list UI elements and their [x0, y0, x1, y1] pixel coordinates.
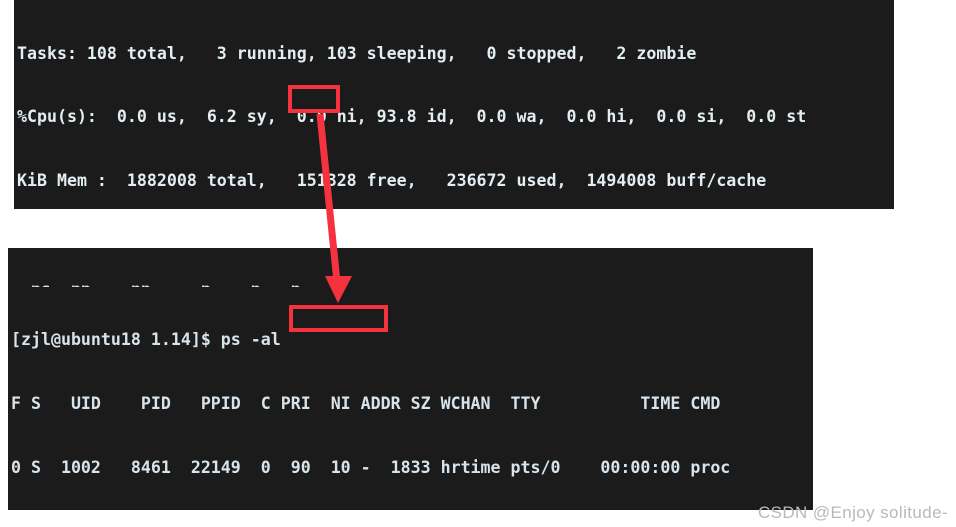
top-mem-summary: KiB Mem : 1882008 total, 151328 free, 23…	[17, 171, 767, 191]
top-terminal-window[interactable]: Tasks: 108 total, 3 running, 103 sleepin…	[14, 0, 894, 209]
bottom-terminal-window[interactable]: ps pp pp p p p [zjl@ubuntu18 1.14]$ ps -…	[8, 248, 813, 510]
top-tasks-summary: Tasks: 108 total, 3 running, 103 sleepin…	[17, 43, 697, 63]
clipped-previous-output-line: ps pp pp p p p	[8, 279, 813, 287]
shell-prompt-command-line[interactable]: [zjl@ubuntu18 1.14]$ ps -al	[8, 329, 813, 350]
watermark-text: CSDN @Enjoy solitude-	[757, 503, 948, 522]
top-cpu-summary: %Cpu(s): 0.0 us, 6.2 sy, 0.0 ni, 93.8 id…	[17, 107, 807, 127]
ps-table-header: F S UID PID PPID C PRI NI ADDR SZ WCHAN …	[11, 394, 721, 414]
table-row[interactable]: 0 S 1002 8461 22149 0 90 10 - 1833 hrtim…	[8, 457, 813, 478]
